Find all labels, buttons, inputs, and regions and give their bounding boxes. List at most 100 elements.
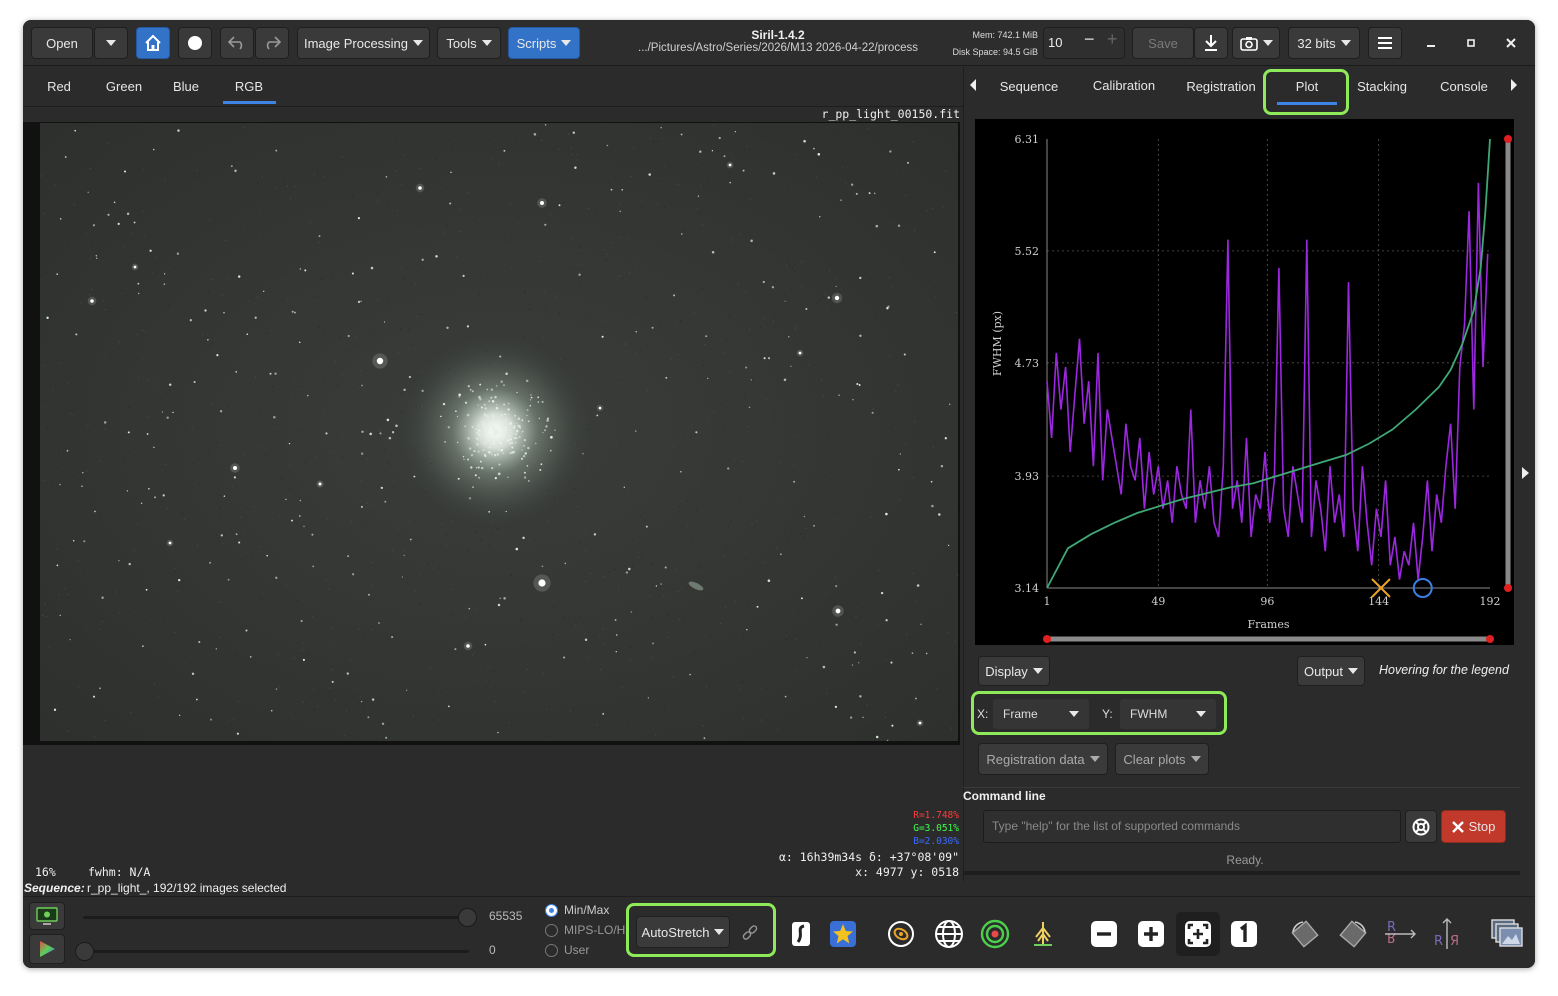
script-help-button[interactable] xyxy=(1405,810,1437,843)
radio-mips[interactable] xyxy=(545,924,558,937)
astro-image-m13[interactable] xyxy=(40,123,958,741)
negative-view-button[interactable] xyxy=(781,914,821,954)
zoom-level: 16% xyxy=(35,865,56,879)
image-stack-button[interactable] xyxy=(1487,914,1527,954)
tab-rgb[interactable]: RGB xyxy=(226,79,272,94)
tab-console[interactable]: Console xyxy=(1433,79,1495,94)
scripts-menu[interactable]: Scripts xyxy=(508,27,580,59)
home-button[interactable] xyxy=(136,27,170,59)
chevron-down-icon xyxy=(1340,40,1351,46)
min-slider-handle[interactable] xyxy=(75,942,94,961)
rotate-left-icon xyxy=(1291,920,1319,948)
tab-sequence[interactable]: Sequence xyxy=(993,79,1065,94)
tab-calibration[interactable]: Calibration xyxy=(1085,78,1163,93)
link-channels-button[interactable] xyxy=(735,920,765,946)
save-button[interactable]: Save xyxy=(1132,27,1194,59)
undo-icon xyxy=(228,36,243,50)
stop-button[interactable]: Stop xyxy=(1441,810,1506,843)
max-slider-handle[interactable] xyxy=(458,908,477,927)
open-recent-button[interactable] xyxy=(94,27,128,59)
radio-user[interactable] xyxy=(545,944,558,957)
record-button[interactable] xyxy=(178,27,212,59)
tab-scroll-right[interactable] xyxy=(1511,79,1517,91)
memory-usage: Mem: 742.1 MiB xyxy=(972,30,1038,40)
y-range-min-handle[interactable] xyxy=(1504,584,1512,592)
min-slider-track[interactable] xyxy=(83,950,469,953)
redo-button[interactable] xyxy=(255,27,289,59)
display-mode-button[interactable] xyxy=(29,902,65,930)
rotate-left-button[interactable] xyxy=(1285,914,1325,954)
image-processing-menu[interactable]: Image Processing xyxy=(297,27,430,59)
image-stack-icon xyxy=(1491,919,1523,947)
chevron-down-icon xyxy=(106,40,116,46)
astrometry-tree-button[interactable] xyxy=(1023,914,1063,954)
tab-green[interactable]: Green xyxy=(100,79,148,94)
clear-plots-menu[interactable]: Clear plots xyxy=(1115,743,1209,775)
open-button[interactable]: Open xyxy=(31,27,93,59)
chevron-down-icon xyxy=(1069,711,1079,717)
thread-count-value[interactable]: 10 xyxy=(1048,35,1062,50)
right-panel-expand-arrow[interactable] xyxy=(1522,467,1529,479)
output-menu[interactable]: Output xyxy=(1297,656,1365,686)
undo-button[interactable] xyxy=(220,27,254,59)
stat-g: G=3.051% xyxy=(913,823,959,834)
zoom-out-button[interactable] xyxy=(1084,914,1124,954)
plot-y-axis-label: FWHM (px) xyxy=(991,311,1004,376)
mirror-y-icon: RЯ xyxy=(1434,918,1459,949)
star-finder-button[interactable] xyxy=(975,914,1015,954)
fwhm-readout: fwhm: N/A xyxy=(88,865,151,879)
plot-y-tick-label: 5.52 xyxy=(1015,245,1040,258)
lifebuoy-icon xyxy=(1412,818,1430,835)
plate-solve-button[interactable] xyxy=(929,914,969,954)
snapshot-button[interactable] xyxy=(1232,27,1280,59)
svg-text:R: R xyxy=(1387,929,1396,944)
rotate-right-button[interactable] xyxy=(1333,914,1373,954)
mirror-x-icon: RR xyxy=(1385,920,1416,944)
maximize-button[interactable] xyxy=(1459,32,1483,54)
thread-increment-button[interactable]: + xyxy=(1107,29,1118,50)
zoom-out-icon xyxy=(1091,921,1117,947)
minimize-button[interactable] xyxy=(1419,32,1443,54)
photometry-button[interactable] xyxy=(823,914,863,954)
main-menu-button[interactable] xyxy=(1368,27,1402,59)
mirror-x-button[interactable]: RR xyxy=(1380,914,1420,954)
registration-data-menu[interactable]: Registration data xyxy=(978,743,1108,775)
y-range-max-handle[interactable] xyxy=(1504,135,1512,143)
thread-decrement-button[interactable]: − xyxy=(1084,29,1095,50)
tab-stacking[interactable]: Stacking xyxy=(1351,79,1413,94)
plot-y-tick-label: 4.73 xyxy=(1015,357,1040,370)
tab-scroll-left[interactable] xyxy=(970,79,976,91)
radio-minmax[interactable] xyxy=(545,904,558,917)
x-axis-select[interactable]: Frame xyxy=(993,699,1089,729)
x-range-max-handle[interactable] xyxy=(1486,635,1494,643)
plot-y-tick-label: 6.31 xyxy=(1015,133,1040,146)
tools-menu[interactable]: Tools xyxy=(437,27,501,59)
fwhm-plot[interactable]: 1 49 96 144 192 6.31 5.52 4.73 3.93 3.14 Frames FWH… xyxy=(975,119,1514,645)
tab-registration[interactable]: Registration xyxy=(1183,79,1259,94)
bit-depth-menu[interactable]: 32 bits xyxy=(1288,27,1360,59)
max-slider-track[interactable] xyxy=(83,916,469,919)
tab-red[interactable]: Red xyxy=(37,79,81,94)
radio-mips-label: MIPS-LO/HI xyxy=(564,923,626,937)
link-icon xyxy=(742,925,758,940)
zoom-in-button[interactable] xyxy=(1131,914,1171,954)
y-axis-select[interactable]: FWHM xyxy=(1120,699,1216,729)
x-range-min-handle[interactable] xyxy=(1043,635,1051,643)
zoom-one-button[interactable] xyxy=(1224,914,1264,954)
home-icon xyxy=(145,34,161,51)
color-triangle-icon xyxy=(40,941,55,957)
sequence-label: Sequence: xyxy=(24,881,85,895)
command-line-label: Command line xyxy=(963,789,1046,803)
tab-blue[interactable]: Blue xyxy=(166,79,206,94)
mirror-y-button[interactable]: RЯ xyxy=(1427,914,1467,954)
tab-plot[interactable]: Plot xyxy=(1277,79,1337,94)
redo-icon xyxy=(266,36,281,50)
galaxy-icon xyxy=(888,921,914,947)
color-saturation-button[interactable] xyxy=(29,934,65,964)
annotate-objects-button[interactable] xyxy=(881,914,921,954)
autostretch-menu[interactable]: AutoStretch xyxy=(636,916,730,948)
close-button[interactable] xyxy=(1499,32,1523,54)
zoom-fit-button[interactable] xyxy=(1176,912,1220,956)
display-menu[interactable]: Display xyxy=(978,656,1050,686)
save-as-button[interactable] xyxy=(1194,27,1228,59)
